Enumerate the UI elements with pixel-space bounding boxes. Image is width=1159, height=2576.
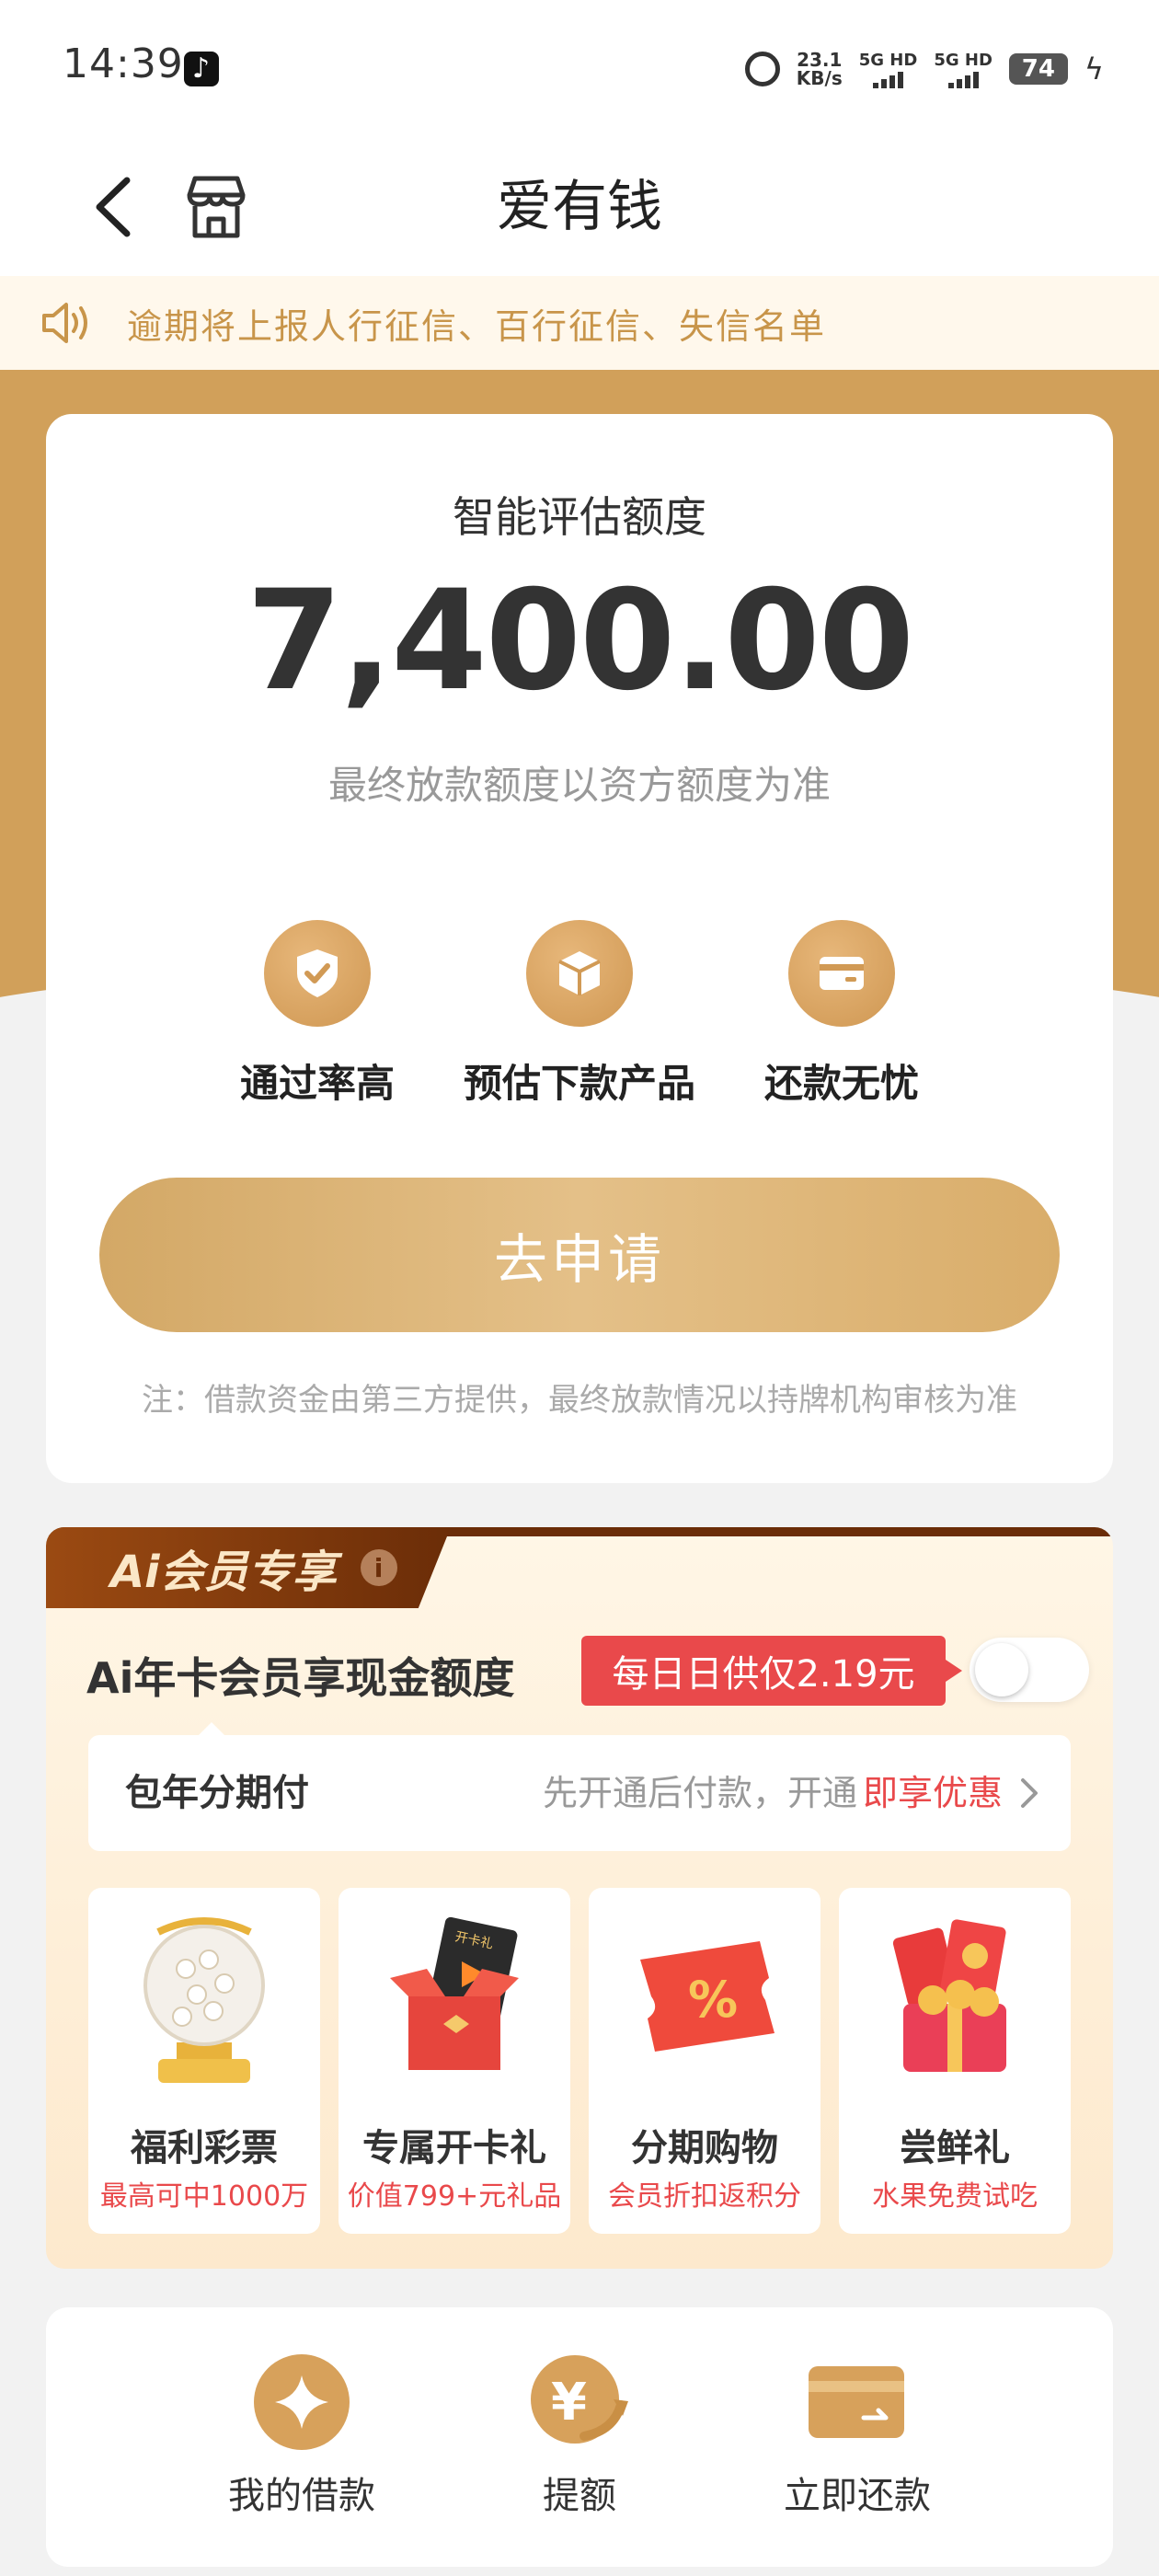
store-icon (187, 176, 246, 238)
action-repay-now[interactable]: 立即还款 (719, 2352, 995, 2519)
apply-button[interactable]: 去申请 (99, 1178, 1060, 1332)
red-envelope-gift-icon (892, 1919, 1006, 2072)
feature-label: 预估下款产品 (463, 1061, 695, 1106)
svg-text:%: % (688, 1971, 738, 2029)
diamond-icon (251, 2352, 352, 2453)
notice-bar: 逾期将上报人行征信、百行征信、失信名单 (0, 276, 1159, 370)
charging-icon: ϟ (1084, 52, 1104, 86)
speaker-icon (42, 303, 87, 343)
member-tab: Ai会员专享 i (46, 1527, 451, 1608)
benefit-card-gift[interactable]: 开卡礼 专属开卡礼 价值799+元礼品 (339, 1888, 570, 2234)
store-button[interactable] (177, 167, 256, 247)
action-label: 我的借款 (228, 2475, 375, 2517)
discount-ticket-icon: % (640, 1941, 775, 2052)
plan-row[interactable]: 包年分期付 先开通后付款，开通 即享优惠 (88, 1722, 1071, 1851)
member-toggle[interactable] (970, 1638, 1089, 1702)
network-speed: 23.1 KB/s (796, 49, 843, 89)
feature-worry-free-repay: 还款无忧 (704, 920, 980, 1109)
chevron-right-icon (1021, 1778, 1038, 1808)
benefit-list: 福利彩票 最高可中1000万 开卡礼 专属开卡礼 价值799+元礼品 % 分期购… (88, 1888, 1071, 2234)
status-indicators: 23.1 KB/s 5G HD 5G HD 74 ϟ (744, 46, 1104, 92)
svg-text:¥: ¥ (551, 2373, 587, 2432)
plan-highlight: 即享优惠 (862, 1773, 1003, 1813)
credit-card: 智能评估额度 7,400.00 最终放款额度以资方额度为准 通过率高 预估下款产… (46, 414, 1113, 1483)
shield-check-icon (264, 920, 371, 1027)
tiktok-notification-icon (184, 52, 219, 86)
battery-icon: 74 (1008, 53, 1068, 85)
benefit-name: 尝鲜礼 (900, 2127, 1010, 2169)
box-icon (526, 920, 633, 1027)
card-icon (788, 920, 895, 1027)
signal-sim1-icon: 5G HD (859, 51, 917, 88)
chevron-left-icon (96, 177, 131, 237)
page-title: 爱有钱 (497, 175, 662, 239)
benefit-name: 福利彩票 (131, 2127, 278, 2169)
plan-description: 先开通后付款，开通 即享优惠 (543, 1735, 1043, 1851)
action-raise-limit[interactable]: ¥ 提额 (442, 2352, 717, 2519)
disclaimer-note: 注：借款资金由第三方提供，最终放款情况以持牌机构审核为准 (142, 1382, 1017, 1419)
plan-desc: 先开通后付款，开通 (542, 1773, 857, 1813)
signal-sim2-icon: 5G HD (934, 51, 993, 88)
action-label: 立即还款 (784, 2475, 931, 2517)
feature-label: 通过率高 (239, 1061, 395, 1106)
gift-box-icon: 开卡礼 (390, 1916, 519, 2070)
action-label: 提额 (543, 2475, 616, 2517)
credit-label: 智能评估额度 (453, 492, 706, 542)
plan-label: 包年分期付 (125, 1772, 309, 1814)
action-my-loans[interactable]: 我的借款 (164, 2352, 440, 2519)
credit-subtitle: 最终放款额度以资方额度为准 (327, 763, 831, 808)
status-bar: 14:39 23.1 KB/s 5G HD 5G HD 74 ϟ (0, 0, 1159, 138)
feature-estimate-product: 预估下款产品 (442, 920, 717, 1109)
notice-text: 逾期将上报人行征信、百行征信、失信名单 (127, 305, 827, 347)
back-button[interactable] (79, 167, 158, 247)
member-tab-label: Ai会员专享 (110, 1547, 337, 1598)
benefit-desc: 最高可中1000万 (99, 2180, 309, 2213)
benefit-tasting-gift[interactable]: 尝鲜礼 水果免费试吃 (839, 1888, 1071, 2234)
member-card: Ai会员专享 i Ai年卡会员享现金额度 每日日供仅2.19元 包年分期付 先开… (46, 1527, 1113, 2269)
member-title: Ai年卡会员享现金额度 (86, 1653, 515, 1703)
yen-up-icon: ¥ (529, 2352, 630, 2453)
info-icon[interactable]: i (360, 1549, 397, 1586)
price-badge: 每日日供仅2.19元 (581, 1636, 962, 1706)
feature-list: 通过率高 预估下款产品 还款无忧 (46, 920, 1113, 1106)
benefit-lottery[interactable]: 福利彩票 最高可中1000万 (88, 1888, 320, 2234)
lottery-ball-icon (143, 1917, 265, 2083)
repay-card-icon (807, 2352, 908, 2453)
benefit-installment-shopping[interactable]: % 分期购物 会员折扣返积分 (589, 1888, 820, 2234)
quick-actions: 我的借款 ¥ 提额 立即还款 (46, 2307, 1113, 2567)
feature-label: 还款无忧 (763, 1061, 919, 1106)
alarm-icon (744, 52, 780, 86)
benefit-desc: 水果免费试吃 (872, 2180, 1038, 2213)
credit-amount: 7,400.00 (246, 561, 914, 721)
nav-bar: 爱有钱 (0, 138, 1159, 276)
benefit-desc: 价值799+元礼品 (347, 2180, 562, 2213)
status-time: 14:39 (63, 40, 184, 87)
benefit-name: 分期购物 (631, 2127, 778, 2169)
benefit-name: 专属开卡礼 (362, 2127, 546, 2169)
benefit-desc: 会员折扣返积分 (608, 2180, 801, 2213)
feature-high-approval: 通过率高 (179, 920, 455, 1109)
